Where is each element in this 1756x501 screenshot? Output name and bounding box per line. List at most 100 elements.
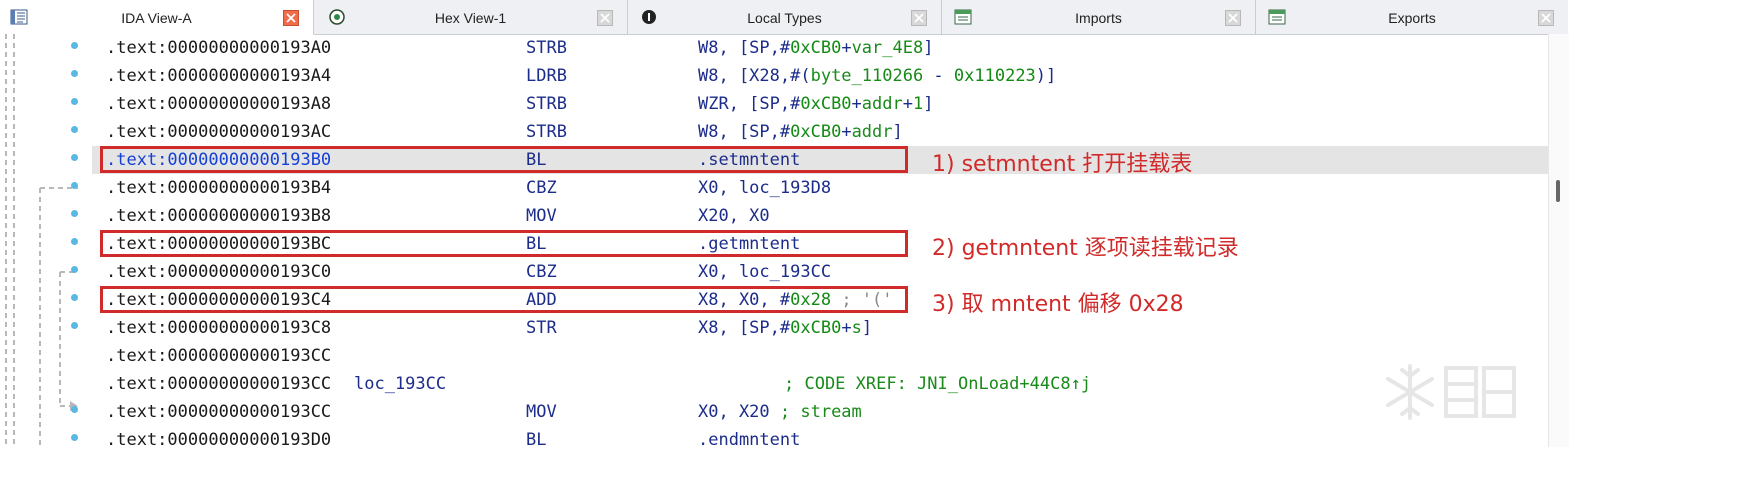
breakpoint-dot[interactable] <box>71 154 78 161</box>
address[interactable]: .text:00000000000193CC <box>106 370 331 398</box>
breakpoint-dot[interactable] <box>71 42 78 49</box>
operand-part: 0xCB0 <box>790 38 842 58</box>
operand-part: W8, [SP,# <box>698 122 791 142</box>
mnemonic[interactable]: STRB <box>526 118 567 146</box>
close-icon[interactable] <box>283 10 299 26</box>
address[interactable]: .text:00000000000193C0 <box>106 258 331 286</box>
operand-part: 0x110223 <box>953 66 1036 86</box>
address[interactable]: .text:00000000000193C8 <box>106 314 331 342</box>
listing-row[interactable]: .text:00000000000193A0 STRB W8, [SP,#0xCB0… <box>92 34 1548 62</box>
mnemonic[interactable]: STRB <box>526 90 567 118</box>
listing-row[interactable]: .text:00000000000193A8 STRB WZR, [SP,#0xCB… <box>92 90 1548 118</box>
operands[interactable]: X20, X0 <box>698 202 770 230</box>
listing-row[interactable]: .text:00000000000193CC loc_193CC ; CODE XR… <box>92 370 1548 398</box>
operand-part: ] <box>892 122 903 142</box>
operands[interactable]: X0, loc_193D8 <box>698 174 831 202</box>
breakpoint-dot[interactable] <box>71 182 78 189</box>
operands[interactable]: WZR, [SP,#0xCB0+addr+1] <box>698 90 934 118</box>
operand-part: X0, loc_193CC <box>698 262 832 282</box>
operand-part: )] <box>1035 66 1057 86</box>
operands[interactable]: X0, loc_193CC <box>698 258 831 286</box>
listing-row[interactable]: .text:00000000000193B4 CBZ X0, loc_193D8 <box>92 174 1548 202</box>
xref-comment[interactable]: ; CODE XREF: JNI_OnLoad+44C8↑j <box>784 370 1091 398</box>
operand-part: X0, loc_193D8 <box>698 178 832 198</box>
operand-part: 0xCB0 <box>800 94 852 114</box>
breakpoint-dot[interactable] <box>71 322 78 329</box>
listing-row[interactable]: .text:00000000000193A4 LDRB W8, [X28,#(byt… <box>92 62 1548 90</box>
breakpoint-dot[interactable] <box>71 70 78 77</box>
listing-row[interactable]: .text:00000000000193CC <box>92 342 1548 370</box>
operands[interactable]: X8, [SP,#0xCB0+s] <box>698 314 872 342</box>
operand-part: - <box>923 66 954 86</box>
operands[interactable]: W8, [SP,#0xCB0+addr] <box>698 118 903 146</box>
breakpoint-dot[interactable] <box>71 434 78 441</box>
close-icon[interactable] <box>1225 10 1241 26</box>
snowflake-watermark-icon <box>1386 364 1516 420</box>
operand-part: + <box>841 122 852 142</box>
tab-exports[interactable]: Exports <box>1256 0 1568 34</box>
mnemonic[interactable]: LDRB <box>526 62 567 90</box>
operand-part: 0xCB0 <box>790 318 842 338</box>
mnemonic[interactable]: STRB <box>526 34 567 62</box>
close-icon[interactable] <box>1538 10 1554 26</box>
operand-part: 0xCB0 <box>790 122 842 142</box>
address[interactable]: .text:00000000000193B8 <box>106 202 331 230</box>
mnemonic[interactable]: CBZ <box>526 258 557 286</box>
mnemonic[interactable]: MOV <box>526 398 557 426</box>
operand-part: + <box>841 318 852 338</box>
tab-bar: IDA View-A Hex View-1 Local Types Import… <box>0 0 1568 35</box>
operand-part: addr <box>861 94 903 114</box>
listing-row[interactable]: .text:00000000000193CC MOV X0, X20 ; strea… <box>92 398 1548 426</box>
mnemonic[interactable]: MOV <box>526 202 557 230</box>
tab-ida-view-a[interactable]: IDA View-A <box>0 0 314 35</box>
close-icon[interactable] <box>911 10 927 26</box>
mnemonic[interactable]: STR <box>526 314 557 342</box>
annotation-note-3: 3) 取 mntent 偏移 0x28 <box>932 292 1184 317</box>
operands[interactable]: X0, X20 ; stream <box>698 398 862 426</box>
listing-row[interactable]: .text:00000000000193AC STRB W8, [SP,#0xCB0… <box>92 118 1548 146</box>
breakpoint-dot[interactable] <box>71 238 78 245</box>
close-icon[interactable] <box>597 10 613 26</box>
address[interactable]: .text:00000000000193B4 <box>106 174 331 202</box>
operand-part: W8, [SP,# <box>698 38 791 58</box>
breakpoint-dot[interactable] <box>71 98 78 105</box>
tab-imports[interactable]: Imports <box>942 0 1256 34</box>
breakpoint-dot[interactable] <box>71 294 78 301</box>
code-label[interactable]: loc_193CC <box>354 370 446 398</box>
mnemonic[interactable]: BL <box>526 426 546 454</box>
listing-row[interactable]: .text:00000000000193C0 CBZ X0, loc_193CC <box>92 258 1548 286</box>
operands[interactable]: W8, [X28,#(byte_110266 - 0x110223)] <box>698 62 1056 90</box>
annotation-note-1: 1) setmntent 打开挂载表 <box>932 152 1193 177</box>
address[interactable]: .text:00000000000193CC <box>106 398 331 426</box>
mnemonic[interactable]: CBZ <box>526 174 557 202</box>
address[interactable]: .text:00000000000193A0 <box>106 34 331 62</box>
address[interactable]: .text:00000000000193CC <box>106 342 331 370</box>
branch-arrows <box>5 34 78 447</box>
breakpoint-dot[interactable] <box>71 406 78 413</box>
tab-hex-view-1[interactable]: Hex View-1 <box>314 0 628 34</box>
address[interactable]: .text:00000000000193A4 <box>106 62 331 90</box>
operand-part: X8, [SP,# <box>698 318 791 338</box>
operands[interactable]: .endmntent <box>698 426 800 454</box>
operand-part: .endmntent <box>698 430 801 450</box>
operand-part: X20, X0 <box>698 206 770 226</box>
operand-part: WZR, [SP,# <box>698 94 801 114</box>
annotation-box-getmntent <box>100 230 908 257</box>
listing-row[interactable]: .text:00000000000193B8 MOV X20, X0 <box>92 202 1548 230</box>
listing-row[interactable]: .text:00000000000193D0 BL .endmntent <box>92 426 1548 454</box>
address[interactable]: .text:00000000000193AC <box>106 118 331 146</box>
breakpoint-dot[interactable] <box>71 126 78 133</box>
operand-part: + <box>851 94 862 114</box>
flow-arrow-gutter <box>0 34 92 447</box>
address[interactable]: .text:00000000000193A8 <box>106 90 331 118</box>
address[interactable]: .text:00000000000193D0 <box>106 426 331 454</box>
operands[interactable]: W8, [SP,#0xCB0+var_4E8] <box>698 34 933 62</box>
breakpoint-dot[interactable] <box>71 266 78 273</box>
scrollbar-thumb[interactable] <box>1556 180 1560 202</box>
operand-part: + <box>841 38 852 58</box>
annotation-box-setmntent <box>100 146 908 173</box>
tab-local-types[interactable]: Local Types <box>628 0 942 34</box>
breakpoint-dot[interactable] <box>71 210 78 217</box>
vertical-scrollbar[interactable] <box>1548 34 1569 447</box>
listing-row[interactable]: .text:00000000000193C8 STR X8, [SP,#0xCB0+… <box>92 314 1548 342</box>
